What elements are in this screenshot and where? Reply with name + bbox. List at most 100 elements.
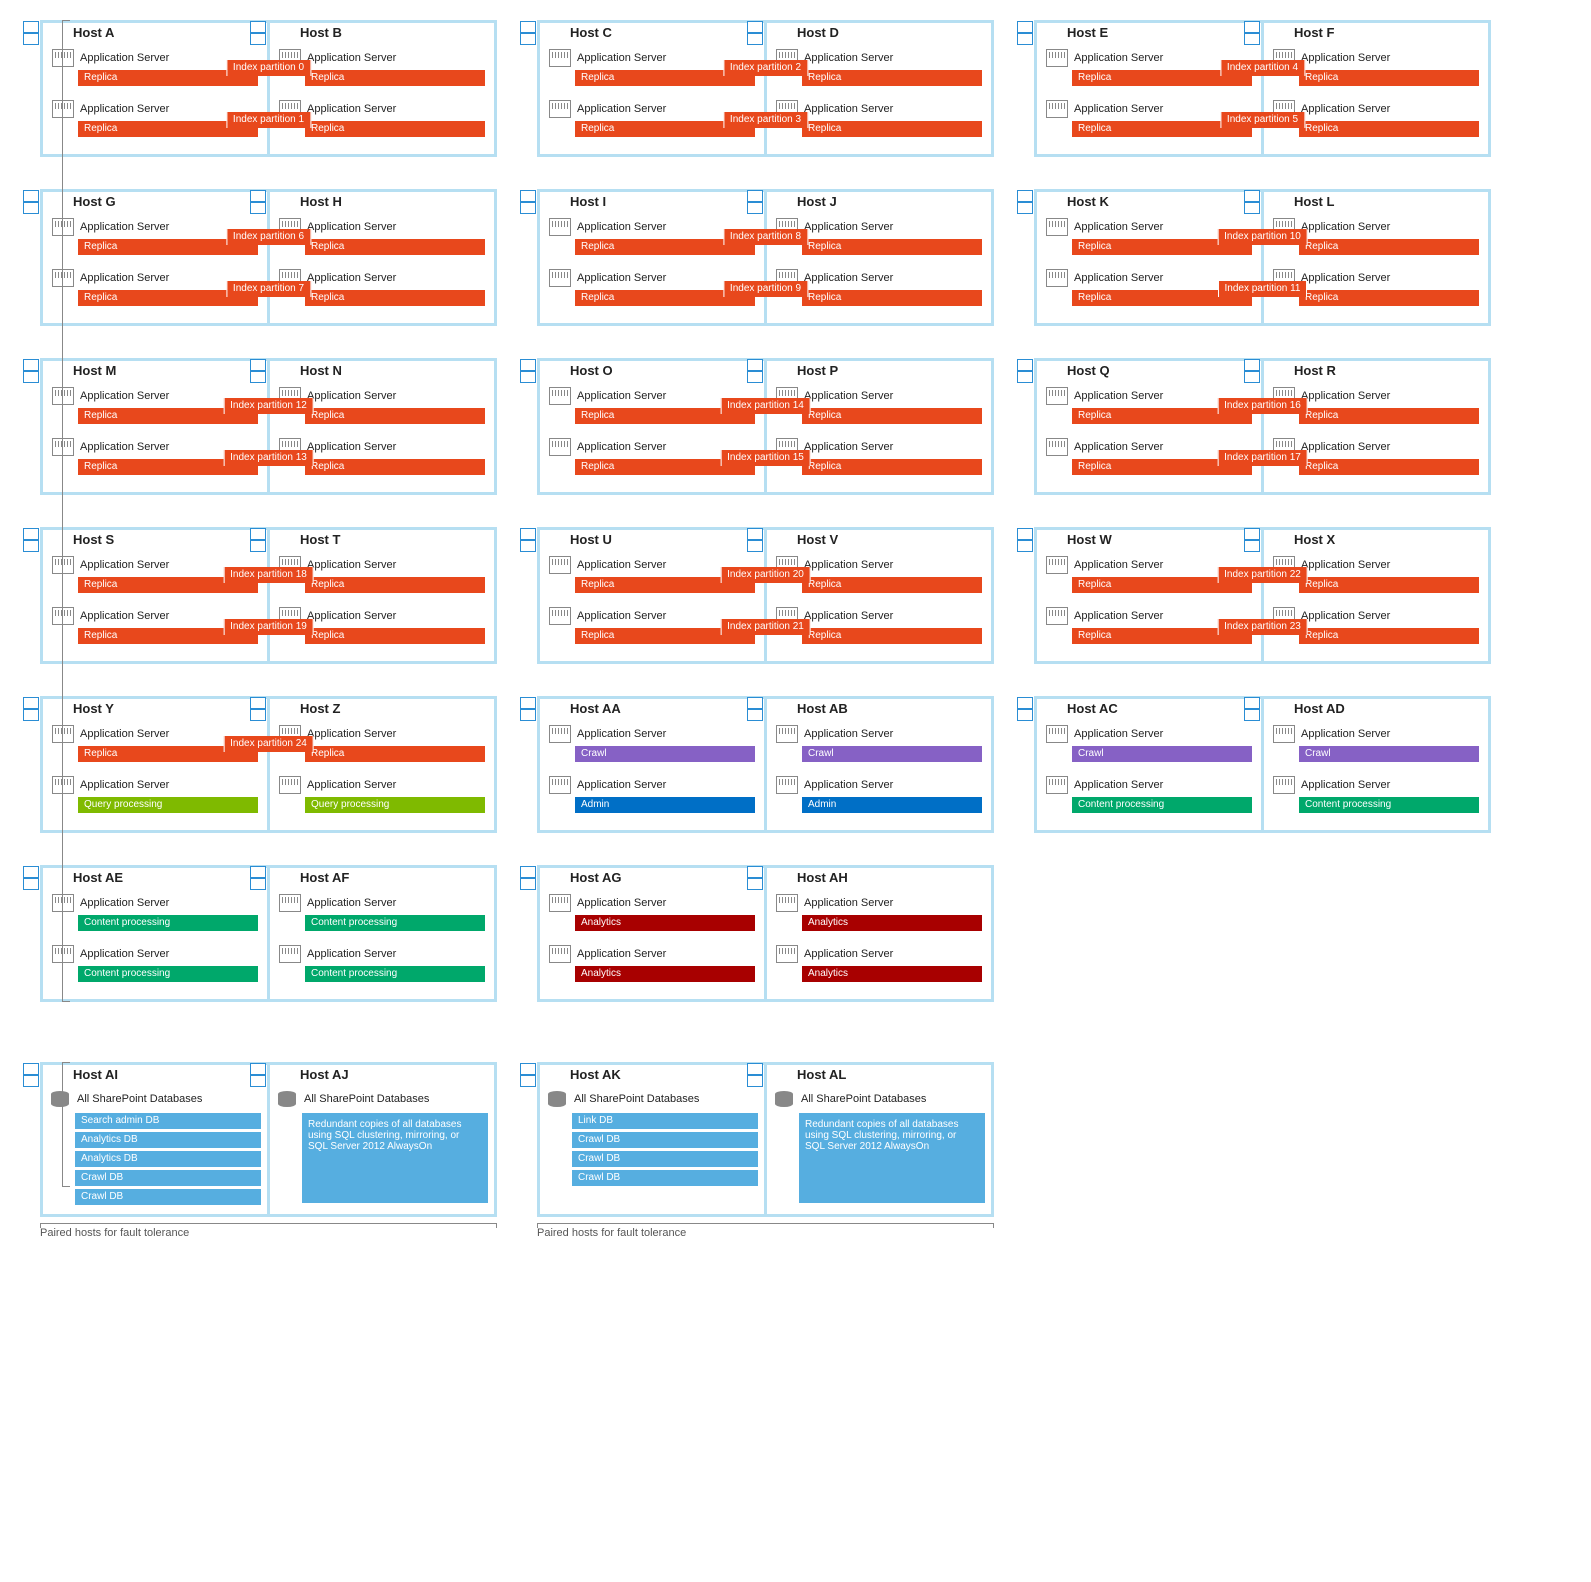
host-box: Host J Application Server Replica Applic…: [764, 189, 994, 326]
vm-title: Application Server: [577, 441, 666, 453]
host-box: Host G Application Server Replica Applic…: [40, 189, 270, 326]
vm-title: Application Server: [307, 948, 396, 960]
role-content: Content processing: [1299, 797, 1479, 813]
vm-title: Application Server: [1301, 52, 1390, 64]
server-icon: [1046, 556, 1068, 574]
host-title: Host AD: [1264, 699, 1488, 718]
server-icon: [549, 269, 571, 287]
host-title: Host G: [43, 192, 267, 211]
host-pair: Host Q Application Server Replica Applic…: [1034, 358, 1491, 495]
vm-title: Application Server: [307, 272, 396, 284]
server-icon: [1046, 607, 1068, 625]
host-box: Host U Application Server Replica Applic…: [537, 527, 767, 664]
role-content: Content processing: [305, 966, 485, 982]
vm: Application Server Crawl: [773, 722, 985, 767]
vm-title: Application Server: [1074, 610, 1163, 622]
server-icon: [549, 100, 571, 118]
vm: Application Server Crawl: [1043, 722, 1255, 767]
index-partition-tag: Index partition 11: [1218, 281, 1308, 297]
host-icon: [23, 359, 39, 385]
host-title: Host W: [1037, 530, 1261, 549]
host-icon: [1017, 528, 1033, 554]
vm-title: Application Server: [80, 948, 169, 960]
host-title: Host B: [270, 23, 494, 42]
host-title: Host V: [767, 530, 991, 549]
host-box: Host AD Application Server Crawl Applica…: [1261, 696, 1491, 833]
vm-title: Application Server: [804, 948, 893, 960]
host-title: Host P: [767, 361, 991, 380]
vm-title: Application Server: [1074, 221, 1163, 233]
index-partition-tag: Index partition 6: [226, 229, 311, 245]
role-crawl: Crawl: [575, 746, 755, 762]
index-partition-tag: Index partition 5: [1220, 112, 1305, 128]
host-icon: [250, 190, 266, 216]
vm-title: Application Server: [80, 221, 169, 233]
host-box: Host AA Application Server Crawl Applica…: [537, 696, 767, 833]
role-replica: Replica: [305, 746, 485, 762]
vm: Application Server Content processing: [276, 891, 488, 936]
host-title: Host L: [1264, 192, 1488, 211]
role-replica: Replica: [305, 70, 485, 86]
host-box: Host E Application Server Replica Applic…: [1034, 20, 1264, 157]
vm-title: Application Server: [1301, 728, 1390, 740]
server-icon: [1046, 725, 1068, 743]
host-icon: [520, 190, 536, 216]
index-partition-tag: Index partition 17: [1217, 450, 1308, 466]
host-icon: [520, 1063, 536, 1089]
vm-title: Application Server: [577, 272, 666, 284]
host-title: Host I: [540, 192, 764, 211]
host-icon: [1244, 697, 1260, 723]
section-bracket: [62, 1062, 70, 1187]
vm-title: Application Server: [1074, 728, 1163, 740]
host-title: Host K: [1037, 192, 1261, 211]
server-icon: [279, 894, 301, 912]
vm: Application Server Content processing: [49, 942, 261, 987]
role-replica: Replica: [1299, 459, 1479, 475]
vm-title: Application Server: [577, 897, 666, 909]
index-partition-tag: Index partition 15: [720, 450, 811, 466]
vm-title: Application Server: [577, 52, 666, 64]
host-icon: [747, 697, 763, 723]
index-partition-tag: Index partition 12: [223, 398, 314, 414]
host-box: Host P Application Server Replica Applic…: [764, 358, 994, 495]
host-pair: Host A Application Server Replica Applic…: [40, 20, 497, 157]
role-replica: Replica: [802, 70, 982, 86]
host-icon: [520, 528, 536, 554]
section-bracket: [62, 20, 70, 1002]
host-icon: [747, 866, 763, 892]
vm: Application Server Content processing: [276, 942, 488, 987]
host-box: Host O Application Server Replica Applic…: [537, 358, 767, 495]
host-icon: [250, 359, 266, 385]
server-icon: [1046, 387, 1068, 405]
host-pair: Host M Application Server Replica Applic…: [40, 358, 497, 495]
index-partition-tag: Index partition 3: [723, 112, 808, 128]
server-icon: [549, 556, 571, 574]
vm-title: Application Server: [307, 897, 396, 909]
vm-title: Application Server: [1301, 272, 1390, 284]
server-icon: [279, 945, 301, 963]
host-title: Host S: [43, 530, 267, 549]
role-analytics: Analytics: [575, 966, 755, 982]
host-box: Host AC Application Server Crawl Applica…: [1034, 696, 1264, 833]
host-pair: Host AK All SharePoint Databases Link DB…: [537, 1062, 994, 1217]
host-box: Host AH Application Server Analytics App…: [764, 865, 994, 1002]
host-title: Host Q: [1037, 361, 1261, 380]
host-title: Host N: [270, 361, 494, 380]
role-replica: Replica: [1299, 628, 1479, 644]
host-title: Host AA: [540, 699, 764, 718]
index-partition-tag: Index partition 8: [723, 229, 808, 245]
host-title: Host Z: [270, 699, 494, 718]
host-title: Host J: [767, 192, 991, 211]
role-replica: Replica: [305, 239, 485, 255]
host-box: Host AK All SharePoint Databases Link DB…: [537, 1062, 767, 1217]
host-title: Host F: [1264, 23, 1488, 42]
host-title: Host C: [540, 23, 764, 42]
host-icon: [1244, 190, 1260, 216]
host-box: Host T Application Server Replica Applic…: [267, 527, 497, 664]
role-replica: Replica: [802, 628, 982, 644]
host-icon: [1244, 21, 1260, 47]
host-title: Host Y: [43, 699, 267, 718]
host-box: Host K Application Server Replica Applic…: [1034, 189, 1264, 326]
host-box: Host M Application Server Replica Applic…: [40, 358, 270, 495]
server-icon: [1046, 269, 1068, 287]
